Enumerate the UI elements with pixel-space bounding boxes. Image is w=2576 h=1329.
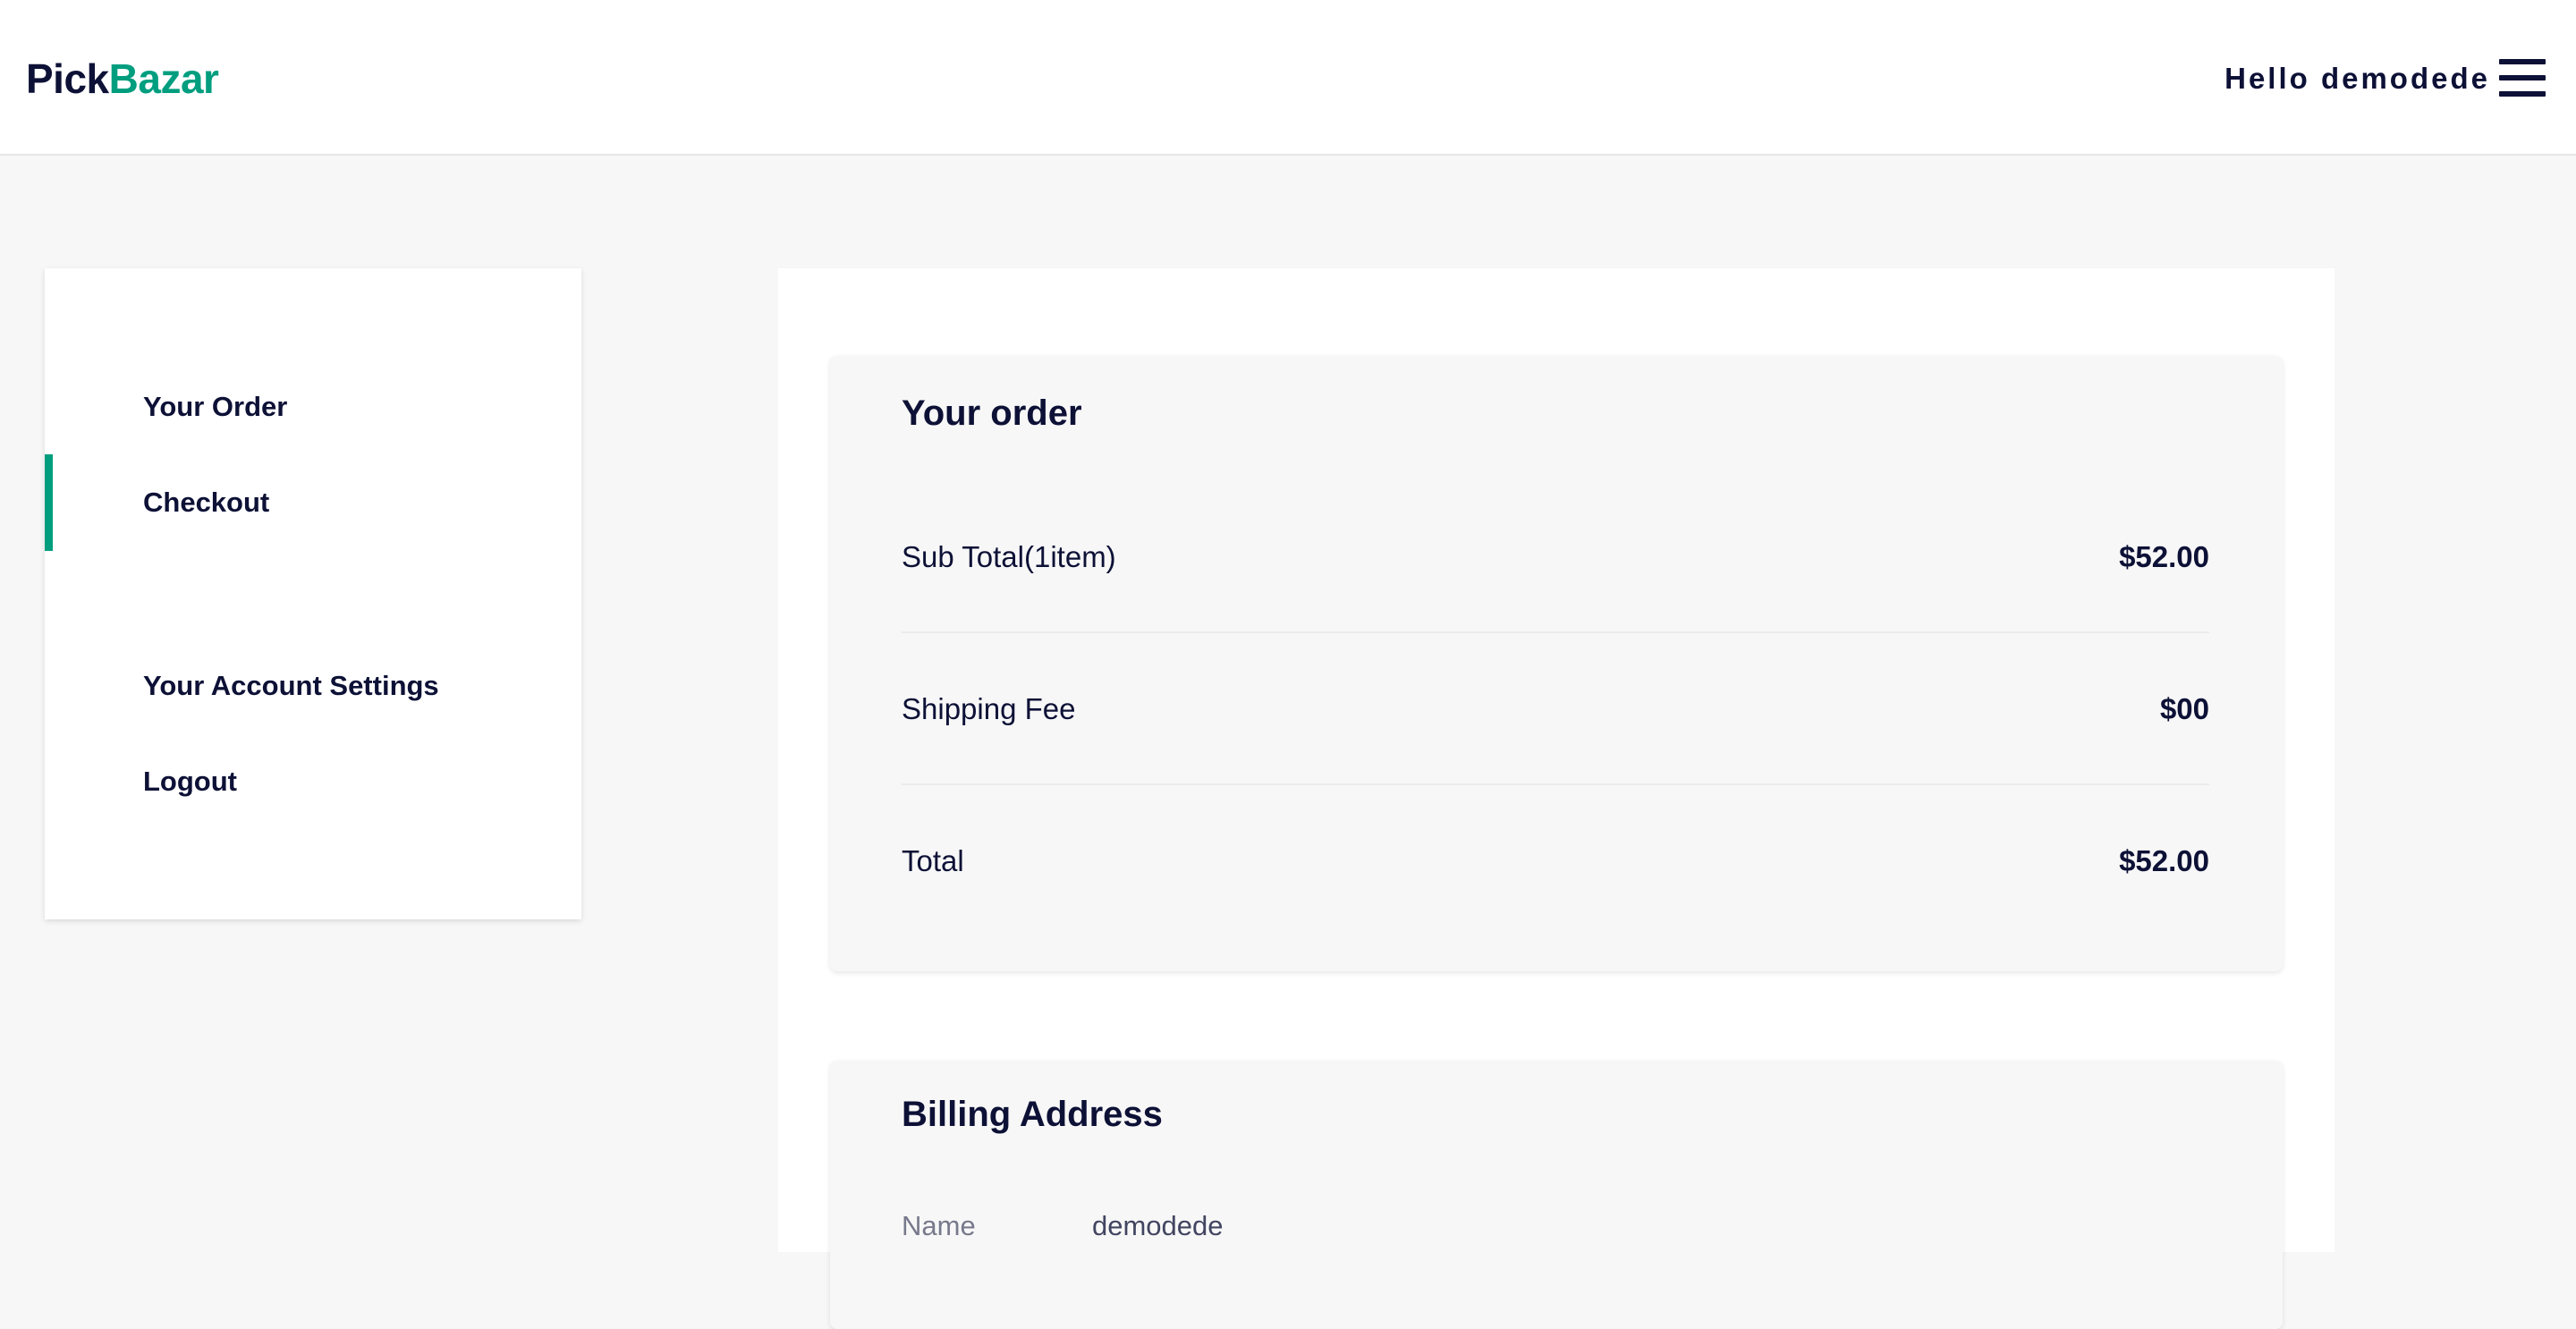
sidebar-item-your-order[interactable]: Your Order bbox=[45, 359, 581, 455]
billing-name-label: Name bbox=[902, 1210, 976, 1241]
billing-name-value: demodede bbox=[1092, 1210, 1224, 1241]
user-greeting[interactable]: Hello demodede bbox=[2224, 59, 2490, 98]
billing-address-card: Billing Address Name demodede bbox=[830, 1061, 2283, 1329]
hamburger-line bbox=[2499, 75, 2546, 80]
hamburger-menu-icon[interactable] bbox=[2499, 59, 2546, 97]
sidebar-item-label: Logout bbox=[143, 766, 238, 797]
shipping-fee-value: $00 bbox=[2159, 692, 2209, 725]
logo-pick-text: Pick bbox=[26, 55, 109, 102]
shipping-fee-label: Shipping Fee bbox=[902, 692, 1076, 725]
order-summary-title: Your order bbox=[902, 394, 1082, 433]
total-row: Total $52.00 bbox=[902, 785, 2209, 937]
sidebar-item-label: Your Order bbox=[143, 391, 288, 422]
subtotal-label: Sub Total(1item) bbox=[902, 540, 1116, 573]
top-header: PickBazar Hello demodede bbox=[0, 0, 2576, 156]
total-label: Total bbox=[902, 844, 964, 877]
sidebar-item-label: Checkout bbox=[143, 487, 270, 518]
hamburger-line bbox=[2499, 91, 2546, 97]
checkout-main-panel: Your order Sub Total(1item) $52.00 Shipp… bbox=[778, 268, 2334, 1329]
subtotal-row: Sub Total(1item) $52.00 bbox=[902, 481, 2209, 633]
logo-bazar-text: Bazar bbox=[108, 55, 219, 102]
account-sidebar: Your Order Checkout Your Account Setting… bbox=[45, 268, 581, 919]
sidebar-item-label: Your Account Settings bbox=[143, 670, 439, 701]
order-summary-card: Your order Sub Total(1item) $52.00 Shipp… bbox=[830, 356, 2283, 971]
sidebar-item-account-settings[interactable]: Your Account Settings bbox=[45, 638, 581, 734]
billing-name-row: Name demodede bbox=[902, 1204, 1617, 1249]
subtotal-value: $52.00 bbox=[2119, 540, 2209, 573]
pickbazar-logo[interactable]: PickBazar bbox=[26, 54, 219, 104]
shipping-fee-row: Shipping Fee $00 bbox=[902, 633, 2209, 785]
sidebar-item-checkout[interactable]: Checkout bbox=[45, 454, 581, 551]
sidebar-item-logout[interactable]: Logout bbox=[45, 733, 581, 830]
total-value: $52.00 bbox=[2119, 844, 2209, 877]
billing-address-title: Billing Address bbox=[902, 1095, 1163, 1134]
hamburger-line bbox=[2499, 59, 2546, 64]
